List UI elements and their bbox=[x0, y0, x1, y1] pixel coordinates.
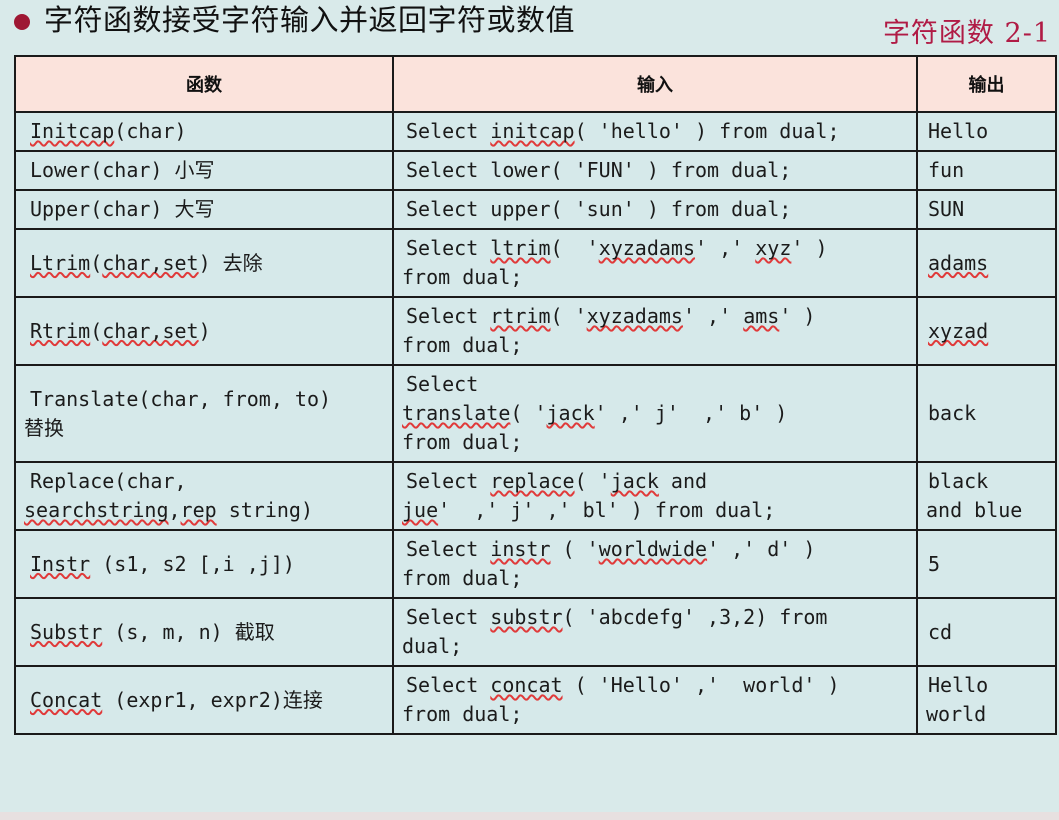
table-row: Upper(char) 大写 Select upper( 'sun' ) from… bbox=[14, 189, 1057, 230]
table-cell-output-text: SUN bbox=[928, 197, 965, 221]
table-row: Translate(char, from, to) 替换 Select transla… bbox=[14, 364, 1057, 463]
column-header-output: 输出 bbox=[916, 55, 1057, 113]
table-cell-input: Select translate( 'jack' ,' j' ,' b' ) fro… bbox=[392, 364, 918, 463]
table-cell-input: Select ltrim( 'xyzadams' ,' xyz' ) from d… bbox=[392, 228, 918, 298]
table-cell-output-text: cd bbox=[928, 619, 953, 644]
table-cell-output: back bbox=[916, 364, 1057, 463]
table-cell-function: Lower(char) 小写 bbox=[14, 150, 394, 191]
table-cell-output-text: Hello world bbox=[926, 673, 989, 726]
table-row: Replace(char, searchstring,rep string) Sel… bbox=[14, 461, 1057, 531]
table-cell-output-text: adams bbox=[928, 250, 989, 275]
table-cell-output: xyzad bbox=[916, 296, 1057, 366]
table-cell-function: Instr (s1, s2 [,i ,j]) bbox=[14, 529, 394, 599]
table-header: 函数 输入 输出 bbox=[14, 55, 1057, 113]
table-cell-function-text: Initcap(char) bbox=[30, 119, 187, 143]
table-cell-input: Select instr ( 'worldwide' ,' d' ) from d… bbox=[392, 529, 918, 599]
table-row: Rtrim(char,set) Select rtrim( 'xyzadams' … bbox=[14, 296, 1057, 366]
table-cell-function-text: Concat (expr1, expr2)连接 bbox=[30, 687, 323, 712]
table-cell-input-text: Select replace( 'jack and jue' ,' j' ,' b… bbox=[402, 469, 776, 522]
bullet-dot-icon bbox=[14, 14, 30, 30]
slide-title: 字符函数 2-1 bbox=[882, 18, 1051, 49]
table-cell-function: Translate(char, from, to) 替换 bbox=[14, 364, 394, 463]
table-cell-output: cd bbox=[916, 597, 1057, 667]
slide-heading-text: 字符函数接受字符输入并返回字符或数值 bbox=[44, 3, 576, 37]
table-row: Substr (s, m, n) 截取 Select substr( 'abcde… bbox=[14, 597, 1057, 667]
column-header-function: 函数 bbox=[14, 55, 394, 113]
table-cell-input-text: Select ltrim( 'xyzadams' ,' xyz' ) from d… bbox=[402, 236, 828, 289]
table-cell-input-text: Select lower( 'FUN' ) from dual; bbox=[406, 158, 792, 182]
slide-heading: 字符函数接受字符输入并返回字符或数值 bbox=[14, 2, 575, 38]
table-body: Initcap(char) Select initcap( 'hello' ) f… bbox=[14, 111, 1057, 735]
table-cell-function-text: Ltrim(char,set) 去除 bbox=[30, 250, 263, 275]
table-cell-function-text: Replace(char, searchstring,rep string) bbox=[24, 469, 313, 522]
table-cell-function: Substr (s, m, n) 截取 bbox=[14, 597, 394, 667]
table-row: Lower(char) 小写 Select lower( 'FUN' ) from… bbox=[14, 150, 1057, 191]
table-cell-function-text: Rtrim(char,set) bbox=[30, 318, 211, 343]
table-cell-input-text: Select concat ( 'Hello' ,' world' ) from … bbox=[402, 673, 840, 726]
table-cell-output: 5 bbox=[916, 529, 1057, 599]
table-cell-output-text: Hello bbox=[928, 119, 989, 143]
column-header-input: 输入 bbox=[392, 55, 918, 113]
table-cell-input-text: Select rtrim( 'xyzadams' ,' ams' ) from d… bbox=[402, 304, 816, 357]
table-cell-input: Select lower( 'FUN' ) from dual; bbox=[392, 150, 918, 191]
table-cell-function: Upper(char) 大写 bbox=[14, 189, 394, 230]
table-cell-function: Rtrim(char,set) bbox=[14, 296, 394, 366]
table-cell-input-text: Select upper( 'sun' ) from dual; bbox=[406, 197, 792, 221]
table-cell-input: Select replace( 'jack and jue' ,' j' ,' b… bbox=[392, 461, 918, 531]
slide-header: 字符函数接受字符输入并返回字符或数值 字符函数 2-1 bbox=[0, 0, 1059, 55]
table-row: Initcap(char) Select initcap( 'hello' ) f… bbox=[14, 111, 1057, 152]
slide-bottom-edge bbox=[0, 812, 1059, 820]
table-cell-input: Select rtrim( 'xyzadams' ,' ams' ) from d… bbox=[392, 296, 918, 366]
table-cell-output: black and blue bbox=[916, 461, 1057, 531]
table-cell-input-text: Select translate( 'jack' ,' j' ,' b' ) fro… bbox=[402, 372, 788, 454]
table-cell-output-text: fun bbox=[928, 158, 965, 182]
table-cell-function: Ltrim(char,set) 去除 bbox=[14, 228, 394, 298]
table-cell-input: Select substr( 'abcdefg' ,3,2) from dual; bbox=[392, 597, 918, 667]
table-cell-function: Initcap(char) bbox=[14, 111, 394, 152]
table-cell-output-text: 5 bbox=[928, 551, 941, 576]
table-cell-function: Concat (expr1, expr2)连接 bbox=[14, 665, 394, 735]
table-cell-input: Select concat ( 'Hello' ,' world' ) from … bbox=[392, 665, 918, 735]
table-cell-function-text: Upper(char) 大写 bbox=[30, 197, 215, 221]
table-cell-input: Select initcap( 'hello' ) from dual; bbox=[392, 111, 918, 152]
table-cell-function-text: Lower(char) 小写 bbox=[30, 158, 215, 182]
table-row: Concat (expr1, expr2)连接 Select concat ( '… bbox=[14, 665, 1057, 735]
table-cell-output: fun bbox=[916, 150, 1057, 191]
table-cell-output: SUN bbox=[916, 189, 1057, 230]
table-cell-input-text: Select initcap( 'hello' ) from dual; bbox=[406, 119, 840, 143]
table-cell-function-text: Instr (s1, s2 [,i ,j]) bbox=[30, 551, 295, 576]
table-cell-output: Hello bbox=[916, 111, 1057, 152]
table-cell-output: adams bbox=[916, 228, 1057, 298]
table-row: Ltrim(char,set) 去除 Select ltrim( 'xyzadam… bbox=[14, 228, 1057, 298]
table-cell-output: Hello world bbox=[916, 665, 1057, 735]
table-cell-input-text: Select instr ( 'worldwide' ,' d' ) from d… bbox=[402, 537, 816, 590]
table-header-row: 函数 输入 输出 bbox=[14, 55, 1057, 113]
table-cell-function: Replace(char, searchstring,rep string) bbox=[14, 461, 394, 531]
character-functions-table: 函数 输入 输出 Initcap(char) Select initcap( 'h… bbox=[14, 55, 1057, 735]
table-row: Instr (s1, s2 [,i ,j]) Select instr ( 'wo… bbox=[14, 529, 1057, 599]
table-cell-output-text: back bbox=[928, 401, 977, 425]
table-cell-input-text: Select substr( 'abcdefg' ,3,2) from dual; bbox=[402, 605, 828, 658]
table-cell-function-text: Translate(char, from, to) 替换 bbox=[24, 386, 332, 440]
table-cell-input: Select upper( 'sun' ) from dual; bbox=[392, 189, 918, 230]
table-cell-function-text: Substr (s, m, n) 截取 bbox=[30, 619, 275, 644]
table-cell-output-text: black and blue bbox=[926, 469, 1023, 522]
table-cell-output-text: xyzad bbox=[928, 318, 989, 343]
